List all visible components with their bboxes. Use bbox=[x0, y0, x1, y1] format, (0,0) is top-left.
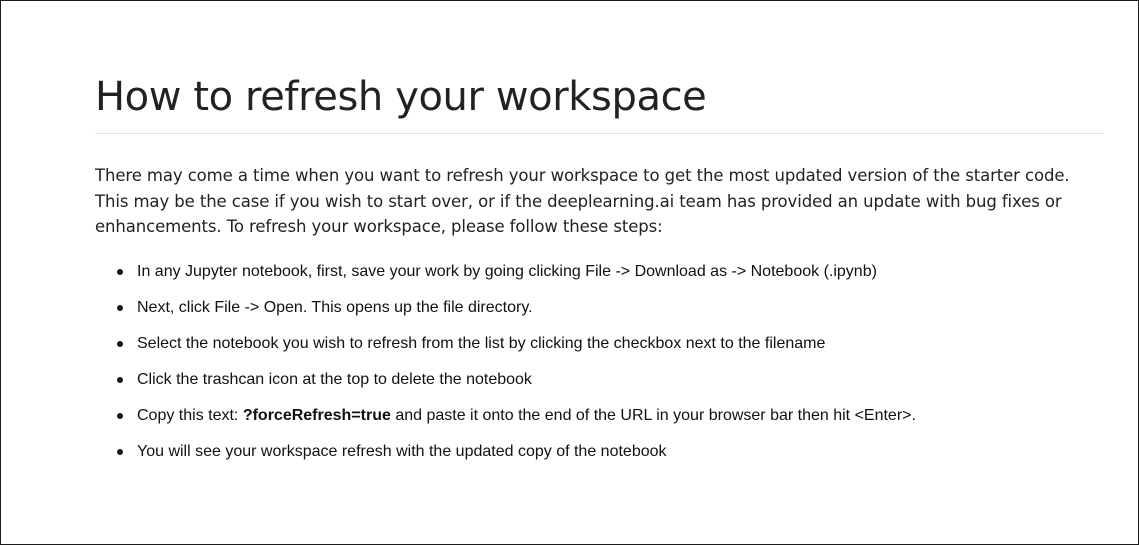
intro-paragraph: There may come a time when you want to r… bbox=[95, 166, 1070, 236]
bullet-icon bbox=[117, 412, 123, 419]
step-text-suffix: and paste it onto the end of the URL in … bbox=[390, 406, 916, 424]
article-content: How to refresh your workspace There may … bbox=[95, 73, 1104, 478]
list-item: Next, click File -> Open. This opens up … bbox=[95, 298, 1104, 318]
list-item: Click the trashcan icon at the top to de… bbox=[95, 370, 1104, 390]
list-item: Select the notebook you wish to refresh … bbox=[95, 334, 1104, 354]
step-text: Next, click File -> Open. This opens up … bbox=[137, 298, 533, 316]
step-text: Select the notebook you wish to refresh … bbox=[137, 334, 826, 352]
force-refresh-query: ?forceRefresh=true bbox=[242, 406, 391, 424]
list-item: You will see your workspace refresh with… bbox=[95, 442, 1104, 462]
step-text-prefix: Copy this text: bbox=[137, 406, 243, 424]
step-text: In any Jupyter notebook, first, save you… bbox=[137, 262, 877, 280]
bullet-icon bbox=[117, 448, 123, 455]
bullet-icon bbox=[117, 376, 123, 383]
list-item: In any Jupyter notebook, first, save you… bbox=[95, 262, 1104, 282]
bullet-icon bbox=[117, 268, 123, 275]
bullet-icon bbox=[117, 304, 123, 311]
step-text: Click the trashcan icon at the top to de… bbox=[137, 370, 532, 388]
document-frame: How to refresh your workspace There may … bbox=[0, 0, 1139, 545]
page-title: How to refresh your workspace bbox=[95, 73, 1104, 134]
bullet-icon bbox=[117, 340, 123, 347]
steps-list: In any Jupyter notebook, first, save you… bbox=[95, 262, 1104, 462]
step-text: You will see your workspace refresh with… bbox=[137, 442, 667, 460]
list-item: Copy this text: ?forceRefresh=true and p… bbox=[95, 406, 1104, 426]
